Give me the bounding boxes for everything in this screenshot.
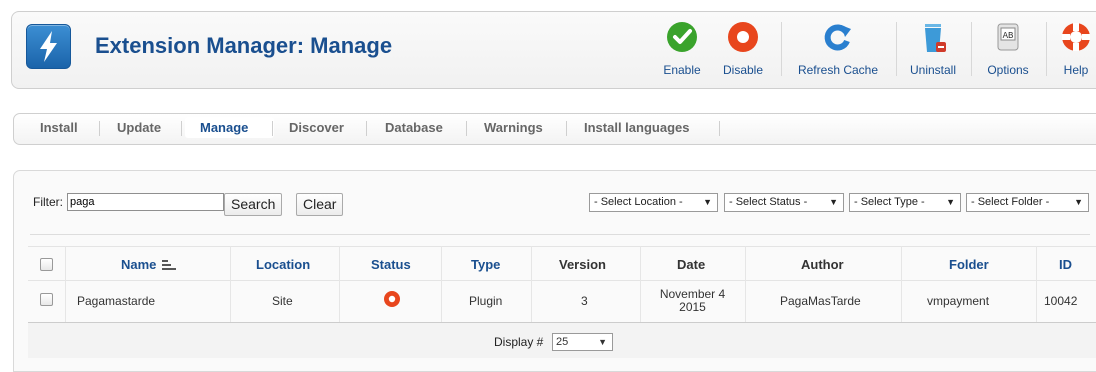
row-folder: vmpayment	[927, 294, 990, 308]
select-type-dropdown[interactable]: - Select Type - ▼	[849, 193, 961, 212]
column-header-date[interactable]: Date	[677, 257, 705, 272]
submenu-bar	[13, 113, 1096, 145]
display-count-value: 25	[556, 336, 569, 348]
select-folder-dropdown[interactable]: - Select Folder - ▼	[966, 193, 1089, 212]
refresh-icon	[821, 20, 855, 57]
toolbar-divider	[781, 22, 782, 76]
dropdown-arrow-icon: ▼	[1074, 197, 1083, 207]
submenu-divider	[181, 121, 182, 136]
column-divider	[339, 246, 340, 323]
column-divider	[65, 246, 66, 323]
filter-divider	[30, 234, 1090, 235]
toolbar-divider	[971, 22, 972, 76]
column-header-author[interactable]: Author	[801, 257, 844, 272]
row-type: Plugin	[469, 294, 503, 308]
help-button[interactable]: Help	[1056, 16, 1096, 80]
dropdown-arrow-icon: ▼	[598, 337, 607, 347]
column-divider	[230, 246, 231, 323]
options-label: Options	[987, 63, 1029, 77]
sort-icon	[162, 258, 177, 273]
select-type-value: - Select Type -	[854, 196, 925, 208]
submenu-divider	[272, 121, 273, 136]
trash-icon	[916, 20, 950, 57]
column-divider	[640, 246, 641, 323]
submenu-divider	[719, 121, 720, 136]
uninstall-label: Uninstall	[909, 63, 957, 77]
submenu-divider	[566, 121, 567, 136]
toolbar-divider	[1046, 22, 1047, 76]
disable-button[interactable]: Disable	[715, 16, 771, 80]
table-top-border	[28, 246, 1096, 247]
row-date: November 4 2015	[650, 288, 735, 314]
dropdown-arrow-icon: ▼	[946, 197, 955, 207]
joomla-extension-logo	[26, 24, 71, 69]
select-all-checkbox[interactable]	[40, 258, 53, 271]
row-name[interactable]: Pagamastarde	[77, 294, 155, 308]
submenu-item-install-languages[interactable]: Install languages	[584, 120, 689, 135]
submenu-item-warnings[interactable]: Warnings	[484, 120, 543, 135]
submenu-item-install[interactable]: Install	[40, 120, 78, 135]
help-icon	[1059, 20, 1093, 57]
column-header-version[interactable]: Version	[559, 257, 606, 272]
select-status-dropdown[interactable]: - Select Status - ▼	[724, 193, 844, 212]
options-icon-text: AB	[1003, 31, 1014, 41]
row-id: 10042	[1044, 294, 1078, 308]
column-divider	[531, 246, 532, 323]
filter-label: Filter:	[33, 195, 63, 209]
refresh-cache-button[interactable]: Refresh Cache	[788, 16, 888, 80]
select-folder-value: - Select Folder -	[971, 196, 1050, 208]
enable-label: Enable	[663, 63, 701, 77]
dropdown-arrow-icon: ▼	[829, 197, 838, 207]
help-label: Help	[1063, 63, 1089, 77]
select-status-value: - Select Status -	[729, 196, 808, 208]
submenu-item-update[interactable]: Update	[117, 120, 161, 135]
refresh-cache-label: Refresh Cache	[797, 63, 879, 77]
toolbar-divider	[896, 22, 897, 76]
page-title: Extension Manager: Manage	[95, 33, 393, 58]
column-divider	[745, 246, 746, 323]
uninstall-button[interactable]: Uninstall	[902, 16, 964, 80]
row-checkbox[interactable]	[40, 293, 53, 306]
row-author: PagaMasTarde	[780, 294, 861, 308]
enable-button[interactable]: Enable	[656, 16, 708, 80]
options-icon: AB	[991, 20, 1025, 57]
row-date-line1: November 4	[659, 287, 726, 301]
clear-button[interactable]: Clear	[296, 193, 344, 216]
column-header-type[interactable]: Type	[471, 257, 500, 272]
dropdown-arrow-icon: ▼	[703, 197, 712, 207]
submenu-item-discover[interactable]: Discover	[289, 120, 344, 135]
select-location-dropdown[interactable]: - Select Location - ▼	[589, 193, 718, 212]
row-location: Site	[272, 294, 293, 308]
column-header-name-label: Name	[121, 257, 157, 272]
search-button[interactable]: Search	[224, 193, 283, 216]
disable-icon	[726, 20, 760, 57]
column-header-location[interactable]: Location	[256, 257, 310, 272]
status-disabled-icon[interactable]	[383, 290, 401, 311]
submenu-divider	[366, 121, 367, 136]
column-divider	[901, 246, 902, 323]
filter-search-input[interactable]	[67, 193, 224, 211]
row-date-line2: 2015	[679, 300, 706, 314]
submenu-divider	[99, 121, 100, 136]
column-divider	[1036, 246, 1037, 323]
submenu-divider	[466, 121, 467, 136]
column-header-folder[interactable]: Folder	[949, 257, 989, 272]
display-count-label: Display #	[494, 335, 544, 349]
table-header-border	[28, 280, 1096, 281]
options-button[interactable]: AB Options	[978, 16, 1038, 80]
column-header-name[interactable]: Name	[121, 257, 177, 273]
submenu-item-database[interactable]: Database	[385, 120, 443, 135]
row-version: 3	[581, 294, 588, 308]
column-header-id[interactable]: ID	[1059, 257, 1072, 272]
select-location-value: - Select Location -	[594, 196, 683, 208]
submenu-item-manage[interactable]: Manage	[200, 120, 248, 135]
disable-label: Disable	[722, 63, 764, 77]
column-divider	[441, 246, 442, 323]
display-count-select[interactable]: 25 ▼	[552, 333, 613, 351]
enable-icon	[665, 20, 699, 57]
column-header-status[interactable]: Status	[371, 257, 411, 272]
